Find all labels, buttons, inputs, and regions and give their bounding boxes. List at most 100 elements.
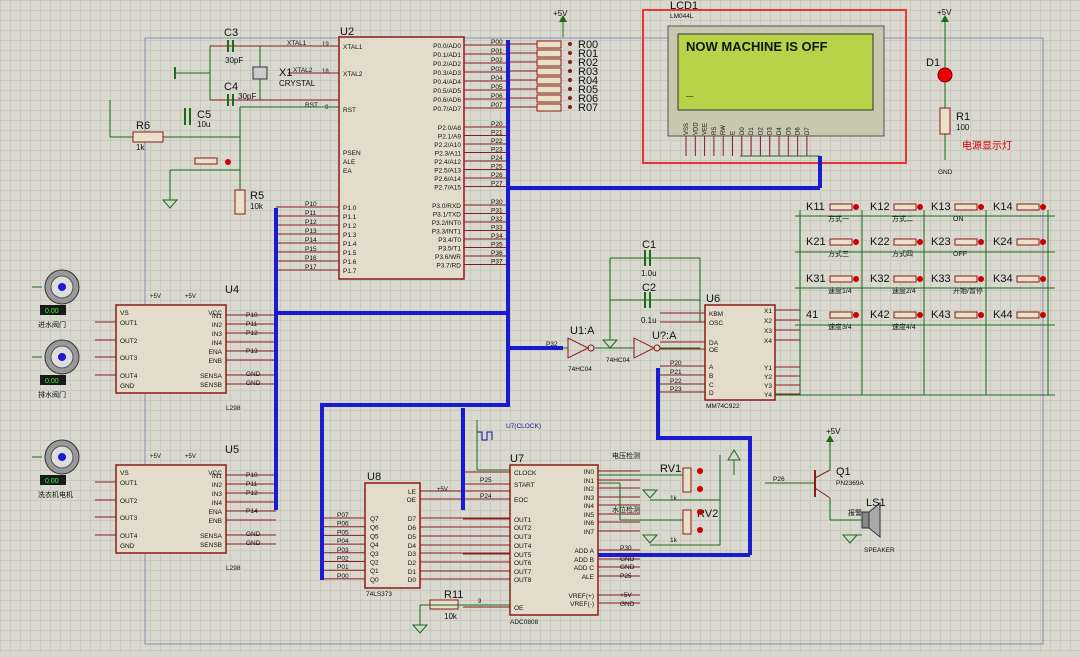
net-label: GND xyxy=(246,371,261,378)
u8-pin-label: D3 xyxy=(408,551,417,558)
pin-number: 18 xyxy=(322,69,329,75)
key-label[interactable]: K33 xyxy=(931,273,951,285)
key-switch[interactable] xyxy=(954,238,978,246)
net-label: P20 xyxy=(670,360,682,367)
net-label: GND xyxy=(620,601,635,608)
motor-shaft xyxy=(58,453,66,461)
pullup-resistor xyxy=(536,40,562,49)
key-switch[interactable] xyxy=(893,238,917,246)
u2-right-pin-label: P2.3/A11 xyxy=(435,151,462,158)
net-label: P04 xyxy=(491,75,503,82)
alarm-circuit[interactable]: +5V P26 Q1 PN2369A LS1 报警 SPEAKER xyxy=(765,427,895,554)
pullup-resistor xyxy=(536,103,562,112)
u6-encoder[interactable]: U6 MM74C922 KBM OSC DAOE A P20 B P21 C P22 D P23 X1… xyxy=(601,239,800,410)
key-label[interactable]: K42 xyxy=(870,309,890,321)
key-label[interactable]: K31 xyxy=(806,273,826,285)
motor-readout: 0.00 xyxy=(45,478,59,485)
u7-pin-label: CLOCK xyxy=(514,470,537,477)
clock-source-label: U7(CLOCK) xyxy=(506,423,541,430)
r11[interactable]: R11 10k 9 xyxy=(411,589,510,634)
key-label[interactable]: K24 xyxy=(993,236,1013,248)
power-indicator[interactable]: +5V D1 R1 100 电源显示灯 GND xyxy=(926,8,1012,176)
key-label[interactable]: K14 xyxy=(993,201,1013,213)
motors[interactable]: 0.00 进水阀门 0.00 排水阀门 0.00 洗衣机电机 xyxy=(32,269,80,499)
key-label[interactable]: K12 xyxy=(870,201,890,213)
water-level-label: 水位检测 xyxy=(612,505,640,514)
c2-label: C2 xyxy=(642,282,656,294)
pullup-resistor xyxy=(536,49,562,58)
net-label: P00 xyxy=(491,39,503,46)
key-switch[interactable] xyxy=(1016,275,1040,283)
key-label[interactable]: K43 xyxy=(931,309,951,321)
key-label[interactable]: K22 xyxy=(870,236,890,248)
net-label: P10 xyxy=(305,201,317,208)
net-label: P03 xyxy=(337,547,349,554)
u5-l298[interactable]: U5 L298 VSOUT1OUT2OUT3OUT4GNDVCCIN1IN2IN… xyxy=(95,444,276,572)
p0-pullups[interactable]: +5V R00R01R02R03R04R05R06R07 xyxy=(508,9,598,114)
c4-value: 30pF xyxy=(238,92,256,101)
u4pins-pin-label: GND xyxy=(120,383,135,390)
key-switch[interactable] xyxy=(954,275,978,283)
schematic-canvas[interactable]: U2 XTAL1 XTAL2 RST PSEN ALE EA P1.0 P10 P1… xyxy=(0,0,1080,652)
key-contact xyxy=(917,276,923,282)
key-switch[interactable] xyxy=(954,311,978,319)
u7-pin-label: EOC xyxy=(514,497,528,504)
sensor-pots[interactable]: 电压检测 RV1 1k 水位检测 RV2 1k xyxy=(598,449,751,556)
key-switch[interactable] xyxy=(1016,311,1040,319)
pullup-resistor xyxy=(536,94,562,103)
key-switch[interactable] xyxy=(829,238,853,246)
u6-pin-label: OSC xyxy=(709,320,723,327)
key-switch[interactable] xyxy=(829,275,853,283)
key-function-label: 方式二 xyxy=(892,214,913,223)
pin-number: 19 xyxy=(322,42,329,48)
net-label: P14 xyxy=(246,508,258,515)
key-switch[interactable] xyxy=(829,203,853,211)
u2-mcu[interactable]: U2 XTAL1 XTAL2 RST PSEN ALE EA P1.0 P10 P1… xyxy=(276,26,508,280)
keypad-4x4[interactable]: K11方式一K12方式二K13ONK14K21方式三K22方式四K23OFFK2… xyxy=(775,201,1055,396)
c3-value: 30pF xyxy=(225,56,243,65)
u7-adc[interactable]: U7 ADC0808 CLOCK START EOC OUT1OUT2 OUT3 OUT4… xyxy=(463,420,640,626)
lcd-pin-label: D1 xyxy=(749,127,755,135)
u6-pin-label: A xyxy=(709,364,714,371)
net-label: P11 xyxy=(305,210,316,217)
key-label[interactable]: K32 xyxy=(870,273,890,285)
u5pins-pin-label: SENSA xyxy=(200,533,223,540)
key-switch[interactable] xyxy=(829,311,853,319)
reset-circuit[interactable]: R6 1k C5 10u R5 10k xyxy=(109,100,339,215)
lcd1[interactable]: LCD1 LM044L NOW MACHINE IS OFF _ VSS VDD V… xyxy=(642,0,907,188)
key-label[interactable]: K13 xyxy=(931,201,951,213)
lcd-pin-label: E xyxy=(731,131,737,135)
key-label[interactable]: K21 xyxy=(806,236,826,248)
key-label[interactable]: K23 xyxy=(931,236,951,248)
key-contact xyxy=(917,204,923,210)
key-contact xyxy=(853,312,859,318)
key-label[interactable]: K11 xyxy=(806,201,825,213)
u7-pin-label: OUT4 xyxy=(514,543,532,550)
crystal-circuit[interactable]: C3 30pF C4 30pF X1 CRYSTAL XTAL1 XTAL2 R… xyxy=(174,27,339,109)
key-switch[interactable] xyxy=(1016,203,1040,211)
key-label[interactable]: 41 xyxy=(806,309,818,321)
key-switch[interactable] xyxy=(893,275,917,283)
key-switch[interactable] xyxy=(1016,238,1040,246)
u6-pin-label: X4 xyxy=(764,338,772,345)
pullup-resistor xyxy=(536,76,562,85)
lcd-line-1: NOW MACHINE IS OFF xyxy=(686,39,828,54)
key-label[interactable]: K44 xyxy=(993,309,1013,321)
key-label[interactable]: K34 xyxy=(993,273,1013,285)
u7-pin-label: OUT7 xyxy=(514,569,532,576)
net-label: P10 xyxy=(246,312,258,319)
motor-shaft xyxy=(58,283,66,291)
u2-right-pin-label: P3.1/TXD xyxy=(433,212,461,219)
u2-p1-pin-label: P1.0 xyxy=(343,205,357,212)
key-contact xyxy=(978,276,984,282)
u7-pin-label: VREF(-) xyxy=(570,601,594,608)
u4pins-pin-label: OUT4 xyxy=(120,373,138,380)
u4-l298[interactable]: U4 L298 VSOUT1OUT2OUT3OUT4GNDVCCIN1IN2IN… xyxy=(95,284,276,412)
key-switch[interactable] xyxy=(893,311,917,319)
u6-pin-label: X2 xyxy=(764,318,772,325)
key-switch[interactable] xyxy=(954,203,978,211)
schematic-svg: U2 XTAL1 XTAL2 RST PSEN ALE EA P1.0P10P1… xyxy=(32,0,1055,645)
u2-right-pin-label: P2.6/A14 xyxy=(434,176,461,183)
u2-right-pin-label: P2.1/A9 xyxy=(438,134,462,141)
key-switch[interactable] xyxy=(893,203,917,211)
